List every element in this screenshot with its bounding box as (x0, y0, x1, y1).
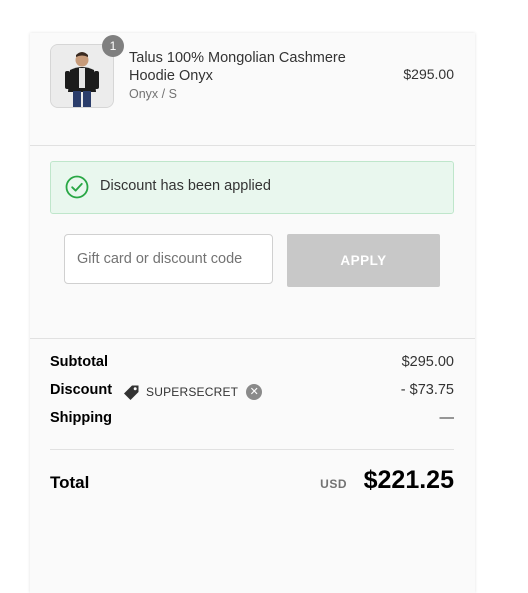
divider (50, 449, 454, 450)
subtotal-row: Subtotal $295.00 (50, 354, 454, 374)
total-label: Total (50, 473, 90, 492)
divider (30, 145, 475, 146)
line-item: 1 Talus 100% Mongolian Cashmere Hoodie O… (50, 35, 454, 108)
product-variant: Onyx / S (129, 87, 177, 101)
product-name: Talus 100% Mongolian Cashmere Hoodie Ony… (129, 50, 346, 84)
apply-discount-button[interactable]: APPLY (287, 234, 440, 287)
discount-code-input[interactable] (64, 234, 273, 284)
discount-label: Discount (50, 382, 113, 398)
product-price: $295.00 (403, 66, 454, 82)
shipping-row: Shipping — (50, 410, 454, 430)
total-value: $221.25 (363, 466, 454, 494)
product-image (51, 45, 113, 107)
discount-value: - $73.75 (400, 382, 454, 398)
remove-discount-button[interactable]: ✕ (246, 384, 263, 400)
total-row: Total USD $221.25 (50, 465, 454, 505)
shipping-value: — (439, 410, 455, 426)
discount-applied-notice: Discount has been applied (50, 161, 454, 214)
tag-icon (124, 385, 139, 400)
shipping-label: Shipping (50, 410, 113, 426)
discount-tag: SUPERSECRET ✕ (123, 382, 263, 402)
notice-message: Discount has been applied (100, 178, 271, 194)
quantity-badge: 1 (102, 35, 124, 57)
discount-row: Discount SUPERSECRET ✕ - $73.75 (50, 382, 454, 402)
subtotal-label: Subtotal (50, 354, 108, 370)
subtotal-value: $295.00 (401, 354, 454, 370)
order-summary-panel: 1 Talus 100% Mongolian Cashmere Hoodie O… (30, 33, 475, 593)
discount-code: SUPERSECRET (146, 385, 239, 399)
check-circle-icon (65, 175, 89, 199)
divider (30, 338, 475, 339)
currency-code: USD (320, 477, 347, 491)
